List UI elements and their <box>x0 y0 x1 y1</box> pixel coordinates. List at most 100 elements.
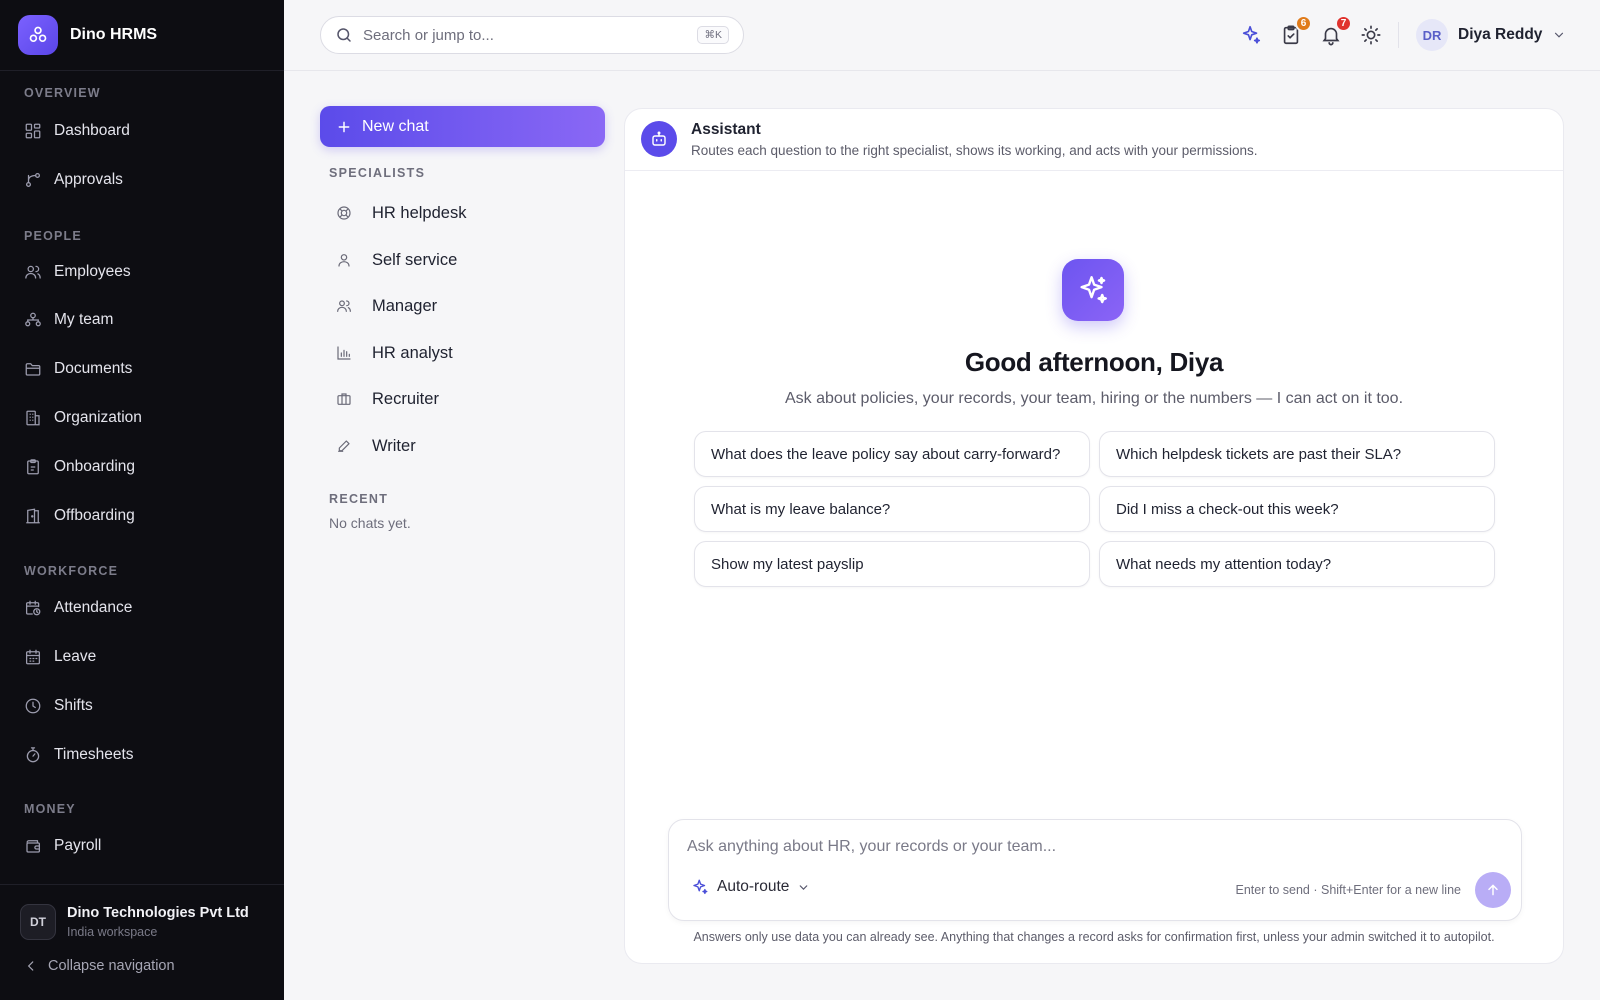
sidebar-item-label: Payroll <box>54 837 102 854</box>
chevron-down-icon <box>1555 32 1564 38</box>
sparkle-icon <box>693 879 708 895</box>
sidebar-item-payroll[interactable]: Payroll <box>24 832 101 860</box>
specialist-recruiter[interactable]: Recruiter <box>336 385 439 413</box>
search-icon <box>337 28 351 42</box>
specialists-heading: SPECIALISTS <box>329 166 426 180</box>
search-input[interactable]: Search or jump to... ⌘K <box>320 16 744 54</box>
topbar: Search or jump to... ⌘K 6 7 DR Diya Redd… <box>284 0 1600 71</box>
assistant-card: Assistant Routes each question to the ri… <box>624 108 1564 964</box>
sidebar-item-label: Documents <box>54 360 133 377</box>
sidebar-item-offboarding[interactable]: Offboarding <box>24 502 135 530</box>
suggestion-chip[interactable]: Show my latest payslip <box>694 541 1090 587</box>
disclaimer: Answers only use data you can already se… <box>693 930 1495 944</box>
suggestion-chip[interactable]: What needs my attention today? <box>1099 541 1495 587</box>
message-input[interactable] <box>687 834 1487 860</box>
auto-route-dropdown[interactable]: Auto-route <box>691 878 810 896</box>
specialist-writer[interactable]: Writer <box>336 432 416 460</box>
brand[interactable]: Dino HRMS <box>18 15 157 55</box>
tasks-badge: 6 <box>1295 15 1312 32</box>
employees-icon <box>25 265 41 279</box>
new-chat-label: New chat <box>362 117 429 135</box>
sidebar-item-onboarding[interactable]: Onboarding <box>24 453 135 481</box>
sparkle-icon <box>1242 25 1261 44</box>
composer-hint: Enter to send · Shift+Enter for a new li… <box>1235 883 1461 897</box>
sidebar-item-label: Timesheets <box>54 746 134 763</box>
divider <box>0 884 284 885</box>
sidebar-item-shifts[interactable]: Shifts <box>24 692 93 720</box>
avatar: DR <box>1416 19 1448 51</box>
calendar-icon <box>25 649 41 665</box>
specialist-label: HR analyst <box>372 343 453 362</box>
suggestion-chip[interactable]: Did I miss a check-out this week? <box>1099 486 1495 532</box>
sidebar-item-approvals[interactable]: Approvals <box>24 166 123 194</box>
plus-icon <box>338 121 350 132</box>
sun-icon <box>1361 25 1381 45</box>
user-name: Diya Reddy <box>1458 26 1543 43</box>
sidebar-item-leave[interactable]: Leave <box>24 643 96 671</box>
notifications-button[interactable]: 7 <box>1320 15 1352 46</box>
sidebar-item-organization[interactable]: Organization <box>24 404 142 432</box>
clock-icon <box>25 698 41 714</box>
specialist-label: Self service <box>372 250 458 269</box>
sidebar-item-label: Approvals <box>54 171 123 188</box>
nav-section-overview: OVERVIEW <box>24 86 101 100</box>
specialist-manager[interactable]: Manager <box>336 292 437 320</box>
app-name: Dino HRMS <box>70 26 158 43</box>
suggestion-chip[interactable]: What does the leave policy say about car… <box>694 431 1090 477</box>
nav-section-people: PEOPLE <box>24 229 82 243</box>
search-shortcut: ⌘K <box>697 26 729 44</box>
specialist-label: Writer <box>372 436 416 455</box>
specialist-label: Manager <box>372 296 438 315</box>
robot-icon <box>641 121 677 157</box>
ai-sparkle-button[interactable] <box>1240 24 1262 46</box>
suggestion-chip[interactable]: Which helpdesk tickets are past their SL… <box>1099 431 1495 477</box>
divider <box>0 70 284 71</box>
search-placeholder: Search or jump to... <box>363 26 494 44</box>
sidebar-item-dashboard[interactable]: Dashboard <box>24 117 130 145</box>
wallet-icon <box>26 840 41 853</box>
tasks-button[interactable]: 6 <box>1280 15 1312 46</box>
recent-heading: RECENT <box>329 492 389 506</box>
sidebar-item-label: Attendance <box>54 599 133 616</box>
sidebar-item-label: Offboarding <box>54 507 135 524</box>
workspace-switcher[interactable]: DT Dino Technologies Pvt Ltd India works… <box>20 904 249 940</box>
sidebar-item-label: Shifts <box>54 697 93 714</box>
specialist-self-service[interactable]: Self service <box>336 246 457 274</box>
specialist-hr-analyst[interactable]: HR analyst <box>336 339 453 367</box>
sidebar-item-attendance[interactable]: Attendance <box>24 594 132 622</box>
briefcase-icon <box>337 393 351 405</box>
assistant-title: Assistant <box>691 121 761 138</box>
team-icon <box>25 312 41 327</box>
pen-icon <box>338 440 350 452</box>
building-icon <box>26 410 40 426</box>
intro-text: Ask about policies, your records, your t… <box>784 390 1404 407</box>
sidebar-item-label: Leave <box>54 648 97 665</box>
composer: Auto-route Enter to send · Shift+Enter f… <box>668 819 1522 921</box>
users-icon <box>337 300 351 312</box>
user-icon <box>338 254 350 267</box>
sidebar-item-label: Organization <box>54 409 142 426</box>
user-menu[interactable]: DR Diya Reddy <box>1416 19 1566 51</box>
collapse-navigation-button[interactable]: Collapse navigation <box>24 958 175 974</box>
nav-section-money: MONEY <box>24 802 76 816</box>
sidebar-item-employees[interactable]: Employees <box>24 258 131 286</box>
specialist-hr-helpdesk[interactable]: HR helpdesk <box>336 199 466 227</box>
assistant-header: Assistant Routes each question to the ri… <box>625 109 1563 171</box>
workspace-avatar: DT <box>20 904 56 940</box>
suggestion-chip[interactable]: What is my leave balance? <box>694 486 1090 532</box>
sidebar-item-documents[interactable]: Documents <box>24 355 132 383</box>
door-icon <box>26 508 40 524</box>
send-button[interactable] <box>1475 872 1511 908</box>
new-chat-button[interactable]: New chat <box>320 106 605 147</box>
approvals-icon <box>25 172 41 188</box>
sidebar-item-my-team[interactable]: My team <box>24 306 113 334</box>
chevron-down-icon <box>800 884 808 890</box>
stopwatch-icon <box>26 747 40 763</box>
arrow-up-icon <box>1488 884 1498 896</box>
theme-toggle-button[interactable] <box>1360 24 1382 46</box>
dashboard-icon <box>25 123 41 139</box>
chevron-left-icon <box>27 961 34 971</box>
sidebar-item-timesheets[interactable]: Timesheets <box>24 741 134 769</box>
auto-route-label: Auto-route <box>717 878 790 895</box>
folder-icon <box>25 363 41 376</box>
